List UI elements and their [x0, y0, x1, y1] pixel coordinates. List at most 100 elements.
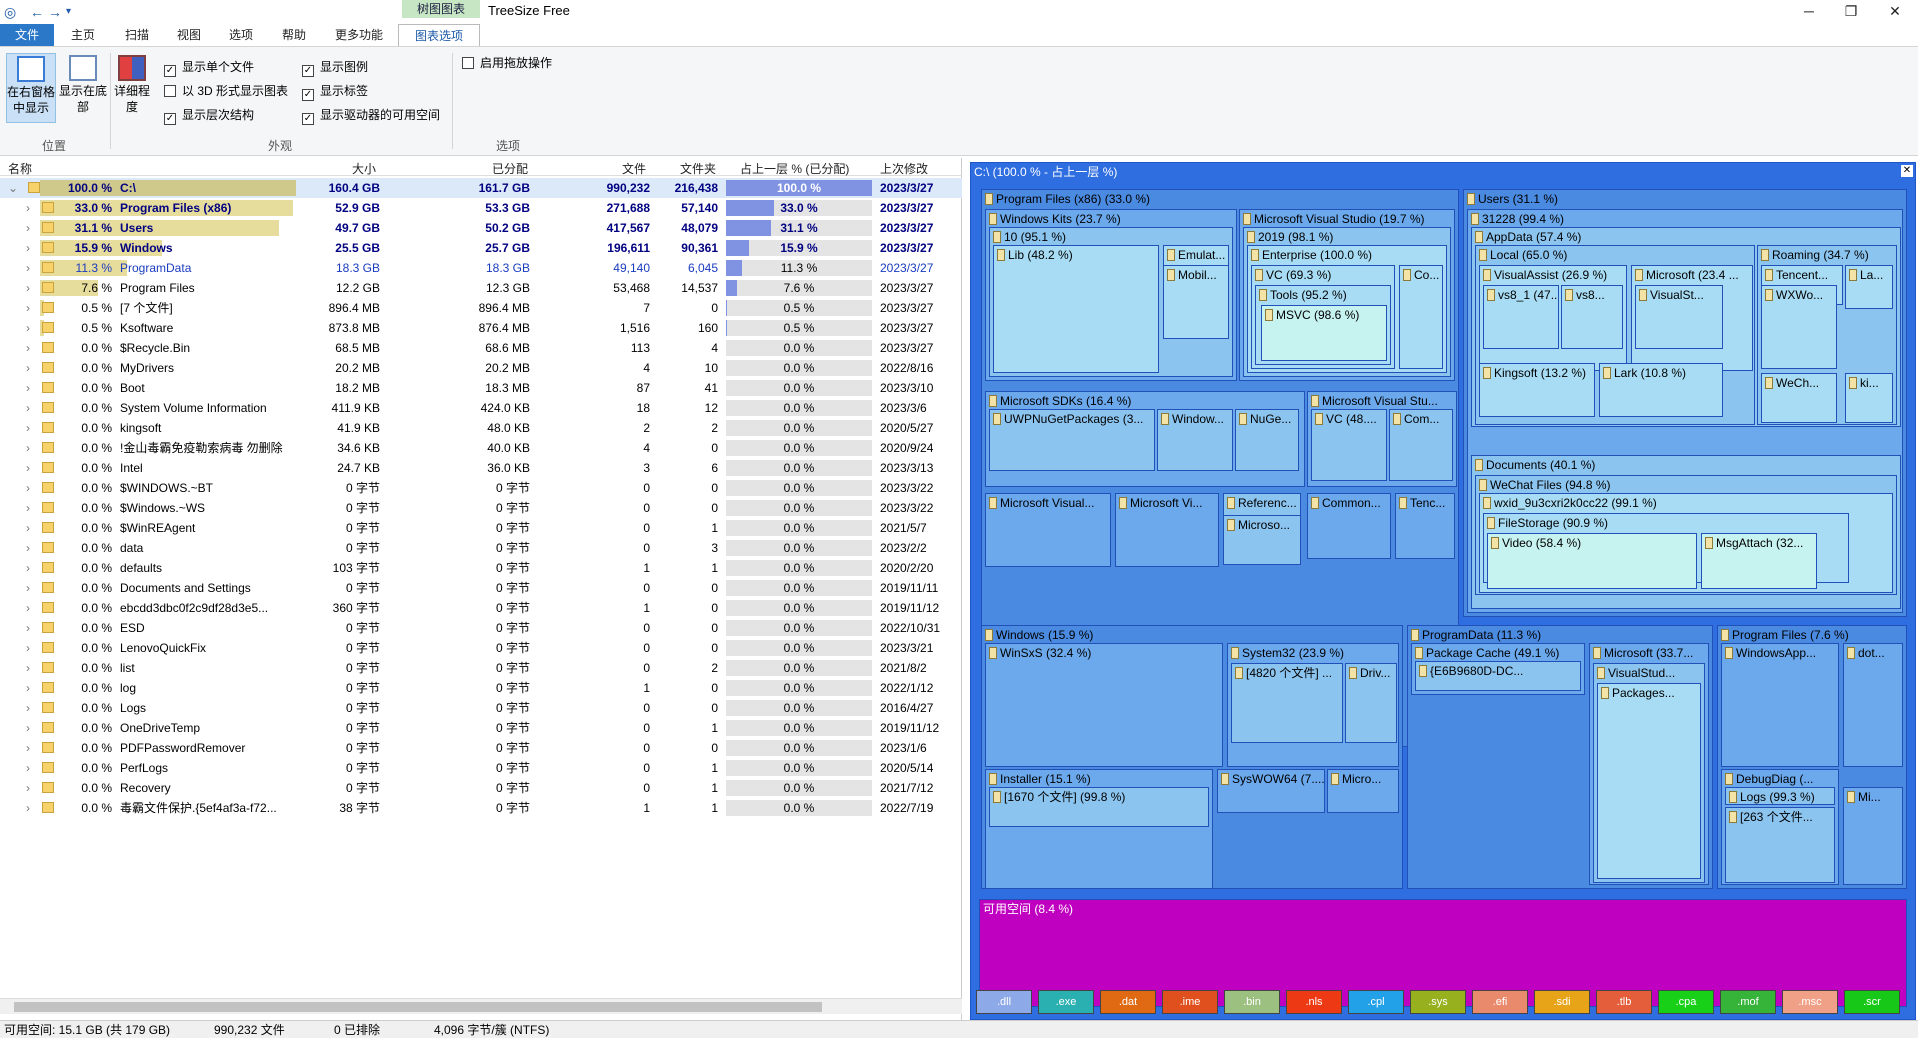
- expand-toggle-icon[interactable]: ›: [26, 478, 38, 498]
- col-allocated[interactable]: 已分配: [492, 160, 528, 177]
- treemap-folder[interactable]: [1670 个文件] (99.8 %): [989, 787, 1209, 827]
- col-folders[interactable]: 文件夹: [680, 160, 716, 177]
- tree-row[interactable]: › 0.0 % Recovery 0 字节 0 字节 0 1 0.0 % 2021/7/12: [0, 778, 962, 798]
- treemap-folder[interactable]: WindowsApp...: [1721, 643, 1839, 767]
- tree-row[interactable]: › 0.0 % $WINDOWS.~BT 0 字节 0 字节 0 0 0.0 % 2023/3/…: [0, 478, 962, 498]
- treemap-folder[interactable]: WinSxS (32.4 %): [985, 643, 1223, 767]
- treemap-folder[interactable]: MSVC (98.6 %): [1261, 305, 1387, 361]
- show-bottom-button[interactable]: 显示在底部: [58, 53, 108, 123]
- tab-home[interactable]: 主页: [58, 24, 108, 46]
- tree-row[interactable]: › 0.5 % Ksoftware 873.8 MB 876.4 MB 1,516 160 0…: [0, 318, 962, 338]
- tree-row[interactable]: › 0.0 % ESD 0 字节 0 字节 0 0 0.0 % 2022/10/31: [0, 618, 962, 638]
- treemap-folder[interactable]: dot...: [1843, 643, 1903, 767]
- treemap-folder[interactable]: UWPNuGetPackages (3...: [989, 409, 1155, 471]
- treemap-folder[interactable]: Packages...: [1597, 683, 1701, 879]
- tree-row[interactable]: › 0.0 % list 0 字节 0 字节 0 2 0.0 % 2021/8/2: [0, 658, 962, 678]
- col-name[interactable]: 名称: [8, 160, 32, 177]
- treemap-folder[interactable]: Video (58.4 %): [1487, 533, 1697, 589]
- tree-row[interactable]: › 0.0 % !金山毒霸免疫勒索病毒 勿删除 34.6 KB 40.0 KB 4 0 0.0…: [0, 438, 962, 458]
- treemap-folder[interactable]: [263 个文件...: [1725, 807, 1835, 883]
- expand-toggle-icon[interactable]: ›: [26, 558, 38, 578]
- forward-icon[interactable]: →: [48, 4, 62, 20]
- treemap-folder[interactable]: Tenc...: [1395, 493, 1455, 559]
- treemap-folder[interactable]: Common...: [1307, 493, 1391, 559]
- expand-toggle-icon[interactable]: ›: [26, 418, 38, 438]
- tree-row[interactable]: › 0.0 % Documents and Settings 0 字节 0 字节 0 0 0.…: [0, 578, 962, 598]
- expand-toggle-icon[interactable]: ›: [26, 338, 38, 358]
- tree-row[interactable]: › 0.0 % OneDriveTemp 0 字节 0 字节 0 1 0.0 % 2019/11…: [0, 718, 962, 738]
- treemap-folder[interactable]: Co...: [1399, 265, 1443, 369]
- tree-row[interactable]: › 0.0 % LenovoQuickFix 0 字节 0 字节 0 0 0.0 % 2023/…: [0, 638, 962, 658]
- treemap-folder[interactable]: Emulat...: [1163, 245, 1229, 267]
- tree-row[interactable]: › 0.0 % defaults 103 字节 0 字节 1 1 0.0 % 2020/2/20: [0, 558, 962, 578]
- expand-toggle-icon[interactable]: ›: [26, 758, 38, 778]
- expand-toggle-icon[interactable]: ›: [26, 278, 38, 298]
- tree-row[interactable]: › 0.0 % PerfLogs 0 字节 0 字节 0 1 0.0 % 2020/5/14: [0, 758, 962, 778]
- treemap-folder[interactable]: ki...: [1845, 373, 1893, 423]
- expand-toggle-icon[interactable]: ›: [26, 578, 38, 598]
- expand-toggle-icon[interactable]: ›: [26, 358, 38, 378]
- treemap-folder[interactable]: Microsoft Vi...: [1115, 493, 1219, 567]
- treemap-folder[interactable]: WeCh...: [1761, 373, 1837, 423]
- maximize-button[interactable]: ❐: [1836, 2, 1866, 20]
- show-right-pane-button[interactable]: 在右窗格中显示: [6, 53, 56, 123]
- detail-level-button[interactable]: 详细程度: [114, 53, 150, 123]
- treemap-folder[interactable]: SysWOW64 (7....: [1217, 769, 1325, 813]
- tree-row[interactable]: › 0.0 % Logs 0 字节 0 字节 0 0 0.0 % 2016/4/27: [0, 698, 962, 718]
- expand-toggle-icon[interactable]: ›: [26, 518, 38, 538]
- tree-row[interactable]: › 0.0 % ebcdd3dbc0f2c9df28d3e5... 360 字节 0 字…: [0, 598, 962, 618]
- expand-toggle-icon[interactable]: ›: [26, 258, 38, 278]
- treemap-folder[interactable]: [4820 个文件] ...: [1231, 663, 1343, 743]
- tree-row[interactable]: › 0.0 % data 0 字节 0 字节 0 3 0.0 % 2023/2/2: [0, 538, 962, 558]
- show-files-checkbox[interactable]: ✓ 显示单个文件: [164, 59, 254, 77]
- tree-row[interactable]: › 0.0 % System Volume Information 411.9 KB 4…: [0, 398, 962, 418]
- tab-file[interactable]: 文件: [0, 24, 54, 46]
- enable-drag-drop-checkbox[interactable]: 启用拖放操作: [462, 55, 552, 71]
- tree-row[interactable]: › 31.1 % Users 49.7 GB 50.2 GB 417,567 48,079 3…: [0, 218, 962, 238]
- tab-options[interactable]: 选项: [216, 24, 266, 46]
- tab-help[interactable]: 帮助: [268, 24, 320, 46]
- col-size[interactable]: 大小: [352, 160, 376, 177]
- show-free-space-checkbox[interactable]: ✓ 显示驱动器的可用空间: [302, 107, 440, 125]
- treemap-folder[interactable]: Driv...: [1345, 663, 1397, 743]
- tab-chart-options[interactable]: 图表选项: [398, 24, 480, 46]
- expand-toggle-icon[interactable]: ›: [26, 198, 38, 218]
- expand-toggle-icon[interactable]: ›: [26, 398, 38, 418]
- tree-row[interactable]: › 33.0 % Program Files (x86) 52.9 GB 53.3 GB…: [0, 198, 962, 218]
- tab-view[interactable]: 视图: [164, 24, 214, 46]
- expand-toggle-icon[interactable]: ›: [26, 378, 38, 398]
- tree-row[interactable]: ⌄ 100.0 % C:\ 160.4 GB 161.7 GB 990,232 216,43…: [0, 178, 962, 198]
- treemap-folder[interactable]: Kingsoft (13.2 %): [1479, 363, 1595, 417]
- treemap-folder[interactable]: vs8...: [1561, 285, 1623, 349]
- tree-row[interactable]: › 0.0 % kingsoft 41.9 KB 48.0 KB 2 2 0.0 % 2020/…: [0, 418, 962, 438]
- treemap-folder[interactable]: Logs (99.3 %): [1725, 787, 1835, 805]
- tree-row[interactable]: › 0.0 % Intel 24.7 KB 36.0 KB 3 6 0.0 % 2023/3/1…: [0, 458, 962, 478]
- tree-row[interactable]: › 11.3 % ProgramData 18.3 GB 18.3 GB 49,140 6,…: [0, 258, 962, 278]
- expand-toggle-icon[interactable]: ›: [26, 618, 38, 638]
- expand-toggle-icon[interactable]: ›: [26, 438, 38, 458]
- tree-row[interactable]: › 0.0 % 毒霸文件保护.{5ef4af3a-f72... 38 字节 0 字节 1 1…: [0, 798, 962, 818]
- treemap-folder[interactable]: Lib (48.2 %): [993, 245, 1159, 373]
- tree-row[interactable]: › 0.0 % $Windows.~WS 0 字节 0 字节 0 0 0.0 % 2023/3/…: [0, 498, 962, 518]
- scrollbar-thumb[interactable]: [14, 1002, 822, 1012]
- show-3d-checkbox[interactable]: 以 3D 形式显示图表: [164, 83, 288, 99]
- tree-row[interactable]: › 15.9 % Windows 25.5 GB 25.7 GB 196,611 90,36…: [0, 238, 962, 258]
- tab-more[interactable]: 更多功能: [324, 24, 394, 46]
- treemap-folder[interactable]: La...: [1845, 265, 1893, 309]
- expand-toggle-icon[interactable]: ⌄: [8, 178, 20, 198]
- col-last-modified[interactable]: 上次修改: [880, 160, 928, 177]
- treemap-folder[interactable]: Micro...: [1327, 769, 1399, 813]
- expand-toggle-icon[interactable]: ›: [26, 238, 38, 258]
- quick-access-dropdown-icon[interactable]: ▾: [66, 4, 71, 20]
- show-labels-checkbox[interactable]: ✓ 显示标签: [302, 83, 368, 101]
- treemap-folder[interactable]: Com...: [1389, 409, 1453, 481]
- tab-scan[interactable]: 扫描: [112, 24, 162, 46]
- expand-toggle-icon[interactable]: ›: [26, 678, 38, 698]
- expand-toggle-icon[interactable]: ›: [26, 698, 38, 718]
- treemap-folder[interactable]: Microso...: [1223, 515, 1301, 565]
- treemap-close-icon[interactable]: ✕: [1901, 165, 1913, 177]
- tree-row[interactable]: › 7.6 % Program Files 12.2 GB 12.3 GB 53,468 1…: [0, 278, 962, 298]
- expand-toggle-icon[interactable]: ›: [26, 738, 38, 758]
- minimize-button[interactable]: ─: [1794, 2, 1824, 20]
- expand-toggle-icon[interactable]: ›: [26, 638, 38, 658]
